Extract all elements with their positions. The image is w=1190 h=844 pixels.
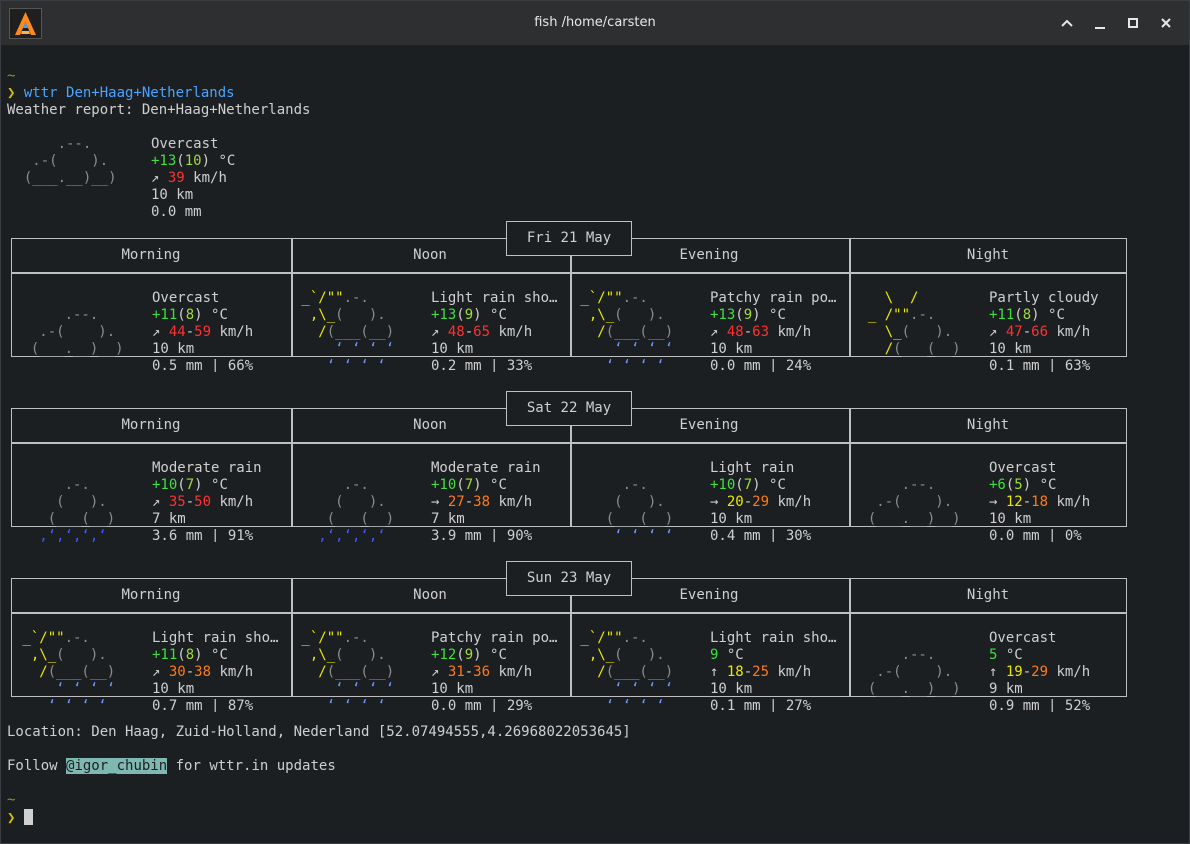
forecast-date: Fri 21 May	[506, 221, 632, 256]
period-header: Morning	[121, 417, 181, 433]
current-conditions: Overcast +13(10) °C ↗ 39 km/h 10 km 0.0 …	[151, 136, 236, 220]
location-line: Location: Den Haag, Zuid-Holland, Nederl…	[7, 724, 631, 740]
forecast-cell: _`/"".-. ,\_( ). /(___(__) ‘ ‘ ‘ ‘ ‘ ‘ ‘…	[293, 630, 571, 712]
terminal-content[interactable]: ~ ❯ wttr Den+Haag+Netherlands Weather re…	[7, 45, 1185, 841]
forecast-details: Light rain sho… +11(8) °C ↗ 30-38 km/h 1…	[152, 630, 279, 712]
input-line[interactable]: ❯	[7, 809, 33, 826]
forecast-details: Overcast +11(8) °C ↗ 44-59 km/h 10 km 0.…	[152, 290, 254, 372]
sun-shower-art: _`/"".-. ,\_( ). /(___(__) ‘ ‘ ‘ ‘ ‘ ‘ ‘…	[293, 630, 395, 712]
collapse-button[interactable]	[1057, 13, 1077, 33]
prompt-cwd: ~	[7, 68, 16, 84]
table-divider	[12, 612, 1126, 614]
chevron-up-icon	[1061, 19, 1073, 27]
forecast-details: Patchy rain po… +13(9) °C ↗ 48-63 km/h 1…	[710, 290, 837, 372]
report-line: Weather report: Den+Haag+Netherlands	[7, 102, 311, 118]
forecast-details: Light rain +10(7) °C → 20-29 km/h 10 km …	[710, 460, 812, 542]
forecast-details: Light rain sho… 9 °C ↑ 18-25 km/h 10 km …	[710, 630, 837, 712]
period-header: Morning	[121, 587, 181, 603]
table-divider	[12, 442, 1126, 444]
forecast-details: Partly cloudy +11(8) °C ↗ 47-66 km/h 10 …	[989, 290, 1099, 372]
forecast-cell: .--. .-( ). (___.__)__) Overcast 5 °C ↑ 1…	[851, 630, 1129, 712]
forecast-day: Morning _`/"".-. ,\_( ). /(___(__) ‘ ‘ ‘…	[11, 561, 1128, 712]
prompt-cwd-2: ~	[7, 792, 16, 808]
forecast-cell: .--. .-( ). (___.__)__) Overcast +11(8) °…	[14, 290, 292, 372]
minimize-icon	[1095, 27, 1105, 29]
overcast-art: .--. .-( ). (___.__)__)	[867, 647, 961, 697]
sun-shower-art: _`/"".-. ,\_( ). /(___(__) ‘ ‘ ‘ ‘ ‘ ‘ ‘…	[293, 290, 395, 372]
forecast-details: Overcast 5 °C ↑ 19-29 km/h 9 km 0.9 mm |…	[989, 630, 1091, 712]
forecast-details: Patchy rain po… +12(9) °C ↗ 31-36 km/h 1…	[431, 630, 558, 712]
forecast-date: Sat 22 May	[506, 391, 632, 426]
forecast-details: Light rain sho… +13(9) °C ↗ 48-65 km/h 1…	[431, 290, 558, 372]
forecast-date: Sun 23 May	[506, 561, 632, 596]
forecast-cell: _`/"".-. ,\_( ). /(___(__) ‘ ‘ ‘ ‘ ‘ ‘ ‘…	[14, 630, 292, 712]
sun-shower-art: _`/"".-. ,\_( ). /(___(__) ‘ ‘ ‘ ‘ ‘ ‘ ‘…	[572, 290, 674, 372]
current-overcast-art: .--. .-( ). (___.__)__)	[23, 136, 117, 186]
text-cursor	[23, 809, 33, 825]
twitter-handle-link[interactable]: @igor_chubin	[66, 758, 168, 774]
forecast-details: Moderate rain +10(7) °C → 27-38 km/h 7 k…	[431, 460, 541, 542]
period-header: Morning	[121, 247, 181, 263]
maximize-icon	[1128, 18, 1138, 28]
overcast-art: .--. .-( ). (___.__)__)	[30, 307, 124, 357]
sun-shower-art: _`/"".-. ,\_( ). /(___(__) ‘ ‘ ‘ ‘ ‘ ‘ ‘…	[14, 630, 116, 712]
light-rain-art: .-. ( ). (___(__) ‘ ‘ ‘ ‘ ‘ ‘ ‘ ‘	[605, 477, 674, 542]
forecast-details: Overcast +6(5) °C → 12-18 km/h 10 km 0.0…	[989, 460, 1091, 542]
window-title: fish /home/carsten	[534, 15, 656, 30]
prompt-symbol-2: ❯	[7, 810, 16, 826]
forecast-day: Morning .--. .-( ). (___.__)__) Overcast …	[11, 221, 1128, 372]
forecast-cell: .-. ( ). (___(__) ‚‘‚‘‚‘‚‘ ‚’‚’‚’‚’ ‚‘‚‘…	[293, 460, 571, 542]
table-divider	[12, 272, 1126, 274]
forecast-cell: _`/"".-. ,\_( ). /(___(__) ‘ ‘ ‘ ‘ ‘ ‘ ‘…	[572, 290, 850, 372]
command-line: ❯ wttr Den+Haag+Netherlands	[7, 85, 235, 102]
period-header: Night	[966, 417, 1010, 433]
forecast-cell: _`/"".-. ,\_( ). /(___(__) ‘ ‘ ‘ ‘ ‘ ‘ ‘…	[572, 630, 850, 712]
forecast-details: Moderate rain +10(7) °C ↗ 35-50 km/h 7 k…	[152, 460, 262, 542]
heavy-rain-art: .-. ( ). (___(__) ‚‘‚‘‚‘‚‘ ‚’‚’‚’‚’ ‚‘‚‘…	[318, 477, 395, 542]
heavy-rain-art: .-. ( ). (___(__) ‚‘‚‘‚‘‚‘ ‚’‚’‚’‚’ ‚‘‚‘…	[39, 477, 116, 542]
title-bar[interactable]: fish /home/carsten	[1, 1, 1189, 45]
forecast-cell: .--. .-( ). (___.__)__) Overcast +6(5) °C…	[851, 460, 1129, 542]
sun-shower-art: _`/"".-. ,\_( ). /(___(__) ‘ ‘ ‘ ‘ ‘ ‘ ‘…	[572, 630, 674, 712]
close-button[interactable]	[1156, 13, 1176, 33]
follow-line: Follow @igor_chubin for wttr.in updates	[7, 758, 336, 774]
forecast-cell: _`/"".-. ,\_( ). /(___(__) ‘ ‘ ‘ ‘ ‘ ‘ ‘…	[293, 290, 571, 372]
command-text: wttr Den+Haag+Netherlands	[23, 85, 235, 101]
forecast-cell: \ / _ /"".-. \_( ). /(___(__) Partly clou…	[851, 290, 1129, 372]
period-header: Night	[966, 247, 1010, 263]
forecast-cell: .-. ( ). (___(__) ‘ ‘ ‘ ‘ ‘ ‘ ‘ ‘ Light r…	[572, 460, 850, 542]
partly-cloudy-art: \ / _ /"".-. \_( ). /(___(__)	[851, 290, 961, 357]
period-header: Night	[966, 587, 1010, 603]
forecast-day: Morning .-. ( ). (___(__) ‚‘‚‘‚‘‚‘ ‚’‚’‚…	[11, 391, 1128, 542]
overcast-art: .--. .-( ). (___.__)__)	[867, 477, 961, 527]
forecast-cell: .-. ( ). (___(__) ‚‘‚‘‚‘‚‘ ‚’‚’‚’‚’ ‚‘‚‘…	[14, 460, 292, 542]
close-icon	[1161, 18, 1171, 28]
prompt-symbol: ❯	[7, 85, 16, 101]
minimize-button[interactable]	[1090, 13, 1110, 33]
terminal-window: fish /home/carsten ~ ❯ wttr Den+Haag+Net…	[0, 0, 1190, 844]
maximize-button[interactable]	[1123, 13, 1143, 33]
